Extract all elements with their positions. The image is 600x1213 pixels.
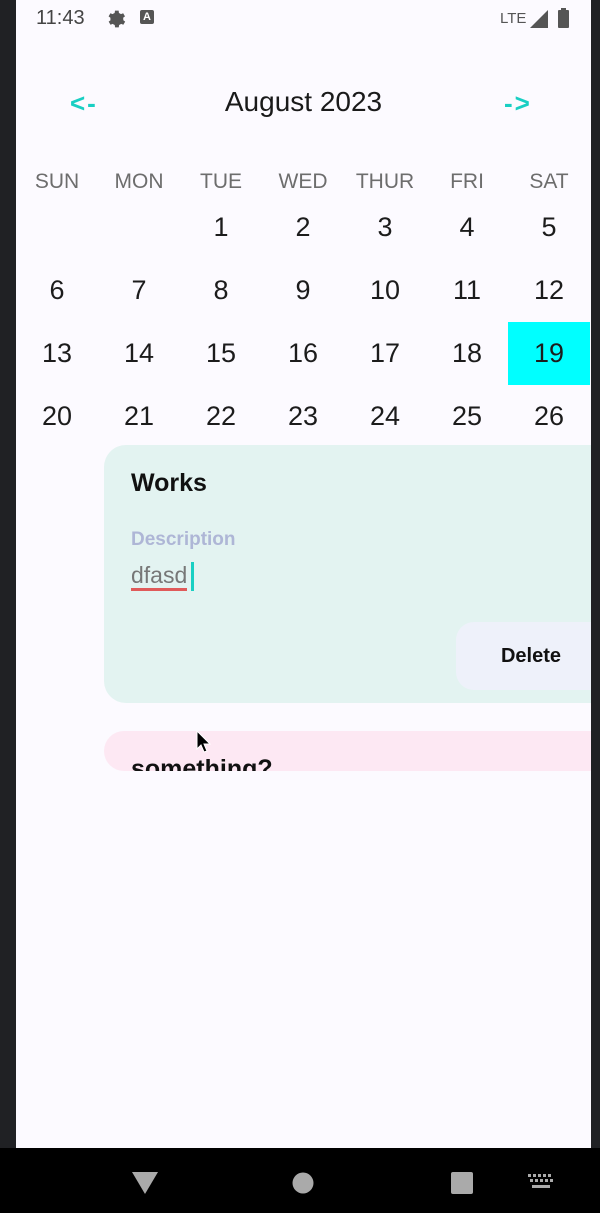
calendar-day[interactable]: 16 (262, 322, 344, 385)
description-label: Description (131, 529, 236, 550)
event-title: something? (131, 755, 273, 771)
weekday-header-row: SUN MON TUE WED THUR FRI SAT (16, 170, 591, 198)
event-title: Works (131, 469, 207, 497)
keyboard-icon[interactable] (528, 1174, 554, 1190)
calendar-day[interactable]: 25 (426, 385, 508, 448)
calendar-day[interactable]: 23 (262, 385, 344, 448)
description-field[interactable]: dfasd (131, 562, 188, 591)
status-time: 11:43 (36, 7, 85, 29)
app-screen: 11:43 A LTE <- August 2023 -> SUN MON TU… (16, 0, 591, 1148)
calendar-day[interactable]: 24 (344, 385, 426, 448)
system-nav-bar (0, 1148, 600, 1213)
battery-icon (558, 8, 569, 28)
calendar-day[interactable]: 20 (16, 385, 98, 448)
calendar-day[interactable]: 13 (16, 322, 98, 385)
text-cursor (191, 562, 194, 591)
weekday-sun: SUN (34, 170, 80, 193)
calendar-day[interactable]: 12 (508, 259, 590, 322)
calendar-day[interactable]: 22 (180, 385, 262, 448)
calendar-day-selected[interactable]: 19 (508, 322, 590, 385)
calendar-day[interactable]: 6 (16, 259, 98, 322)
calendar-day[interactable]: 4 (426, 196, 508, 259)
event-card-works: Works Description dfasd Delete (104, 445, 591, 703)
calendar-day[interactable]: 7 (98, 259, 180, 322)
month-header: <- August 2023 -> (16, 84, 591, 124)
calendar-day[interactable]: 18 (426, 322, 508, 385)
delete-button[interactable]: Delete (456, 622, 591, 690)
weekday-tue: TUE (200, 170, 242, 193)
weekday-sat: SAT (529, 170, 569, 193)
calendar-day[interactable]: 5 (508, 196, 590, 259)
calendar-day[interactable]: 8 (180, 259, 262, 322)
next-month-button[interactable]: -> (504, 88, 532, 119)
calendar-day[interactable]: 2 (262, 196, 344, 259)
calendar-day[interactable]: 21 (98, 385, 180, 448)
calendar-day[interactable]: 11 (426, 259, 508, 322)
mouse-pointer-icon (196, 730, 212, 753)
weekday-mon: MON (114, 170, 164, 193)
recents-icon[interactable] (451, 1172, 473, 1194)
home-icon[interactable] (292, 1172, 314, 1194)
a-icon: A (140, 10, 154, 24)
calendar-day[interactable]: 10 (344, 259, 426, 322)
calendar-day[interactable]: 15 (180, 322, 262, 385)
calendar-day[interactable]: 17 (344, 322, 426, 385)
weekday-fri: FRI (450, 170, 484, 193)
calendar-day[interactable]: 1 (180, 196, 262, 259)
back-icon[interactable] (132, 1172, 158, 1194)
weekday-thur: THUR (355, 170, 415, 193)
calendar-day[interactable]: 26 (508, 385, 590, 448)
calendar-grid: 1 2 3 4 5 6 7 8 9 10 11 12 13 14 15 16 1… (16, 196, 591, 446)
status-bar: 11:43 A LTE (16, 0, 591, 38)
empty-area (16, 771, 591, 1148)
signal-icon (530, 10, 548, 28)
gear-icon (108, 10, 126, 28)
calendar-day[interactable]: 3 (344, 196, 426, 259)
event-card-something[interactable]: something? (104, 731, 591, 771)
network-label: LTE (500, 10, 527, 27)
calendar-day[interactable]: 9 (262, 259, 344, 322)
weekday-wed: WED (278, 170, 328, 193)
calendar-day[interactable]: 14 (98, 322, 180, 385)
